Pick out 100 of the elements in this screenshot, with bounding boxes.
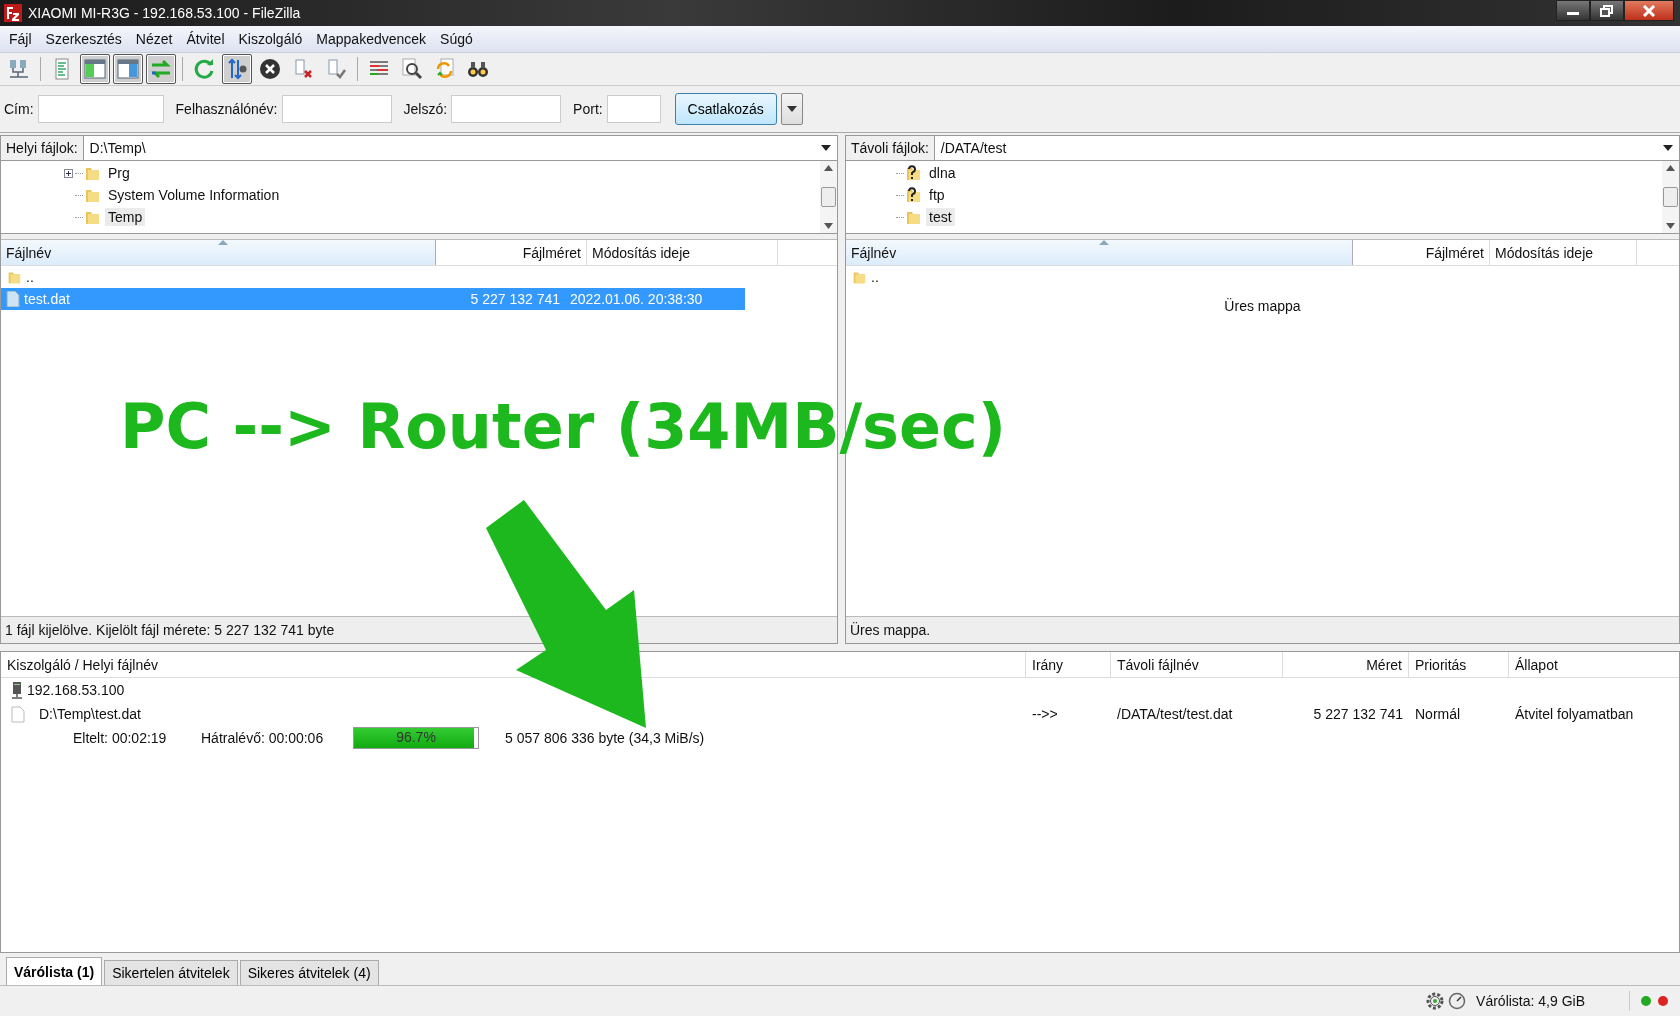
expand-icon[interactable] [63, 168, 73, 178]
tree-item[interactable]: ftp [926, 186, 948, 204]
column-header[interactable]: Prioritás [1409, 652, 1509, 677]
transfer-status: Átvitel folyamatban [1514, 706, 1635, 722]
file-size: 5 227 132 741 [469, 291, 561, 307]
column-header[interactable]: Fájlméret [1353, 240, 1490, 265]
path-label: Helyi fájlok: [1, 136, 84, 160]
column-header[interactable]: Irány [1026, 652, 1111, 677]
column-header[interactable]: Fájlnév [1, 240, 436, 265]
annotation-text: PC --> Router (34MB/sec) [120, 390, 1007, 463]
localtree-toolbar-icon[interactable] [80, 54, 110, 84]
folder-question-icon [904, 165, 922, 181]
menu-item[interactable]: Súgó [433, 31, 480, 47]
folder-question-icon [904, 187, 922, 203]
caret-icon [821, 145, 831, 151]
field-label: Felhasználónév: [175, 101, 278, 117]
menu-item[interactable]: Szerkesztés [38, 31, 129, 47]
folder-icon [83, 165, 101, 181]
column-header[interactable]: Fájlméret [436, 240, 587, 265]
server-address: 192.168.53.100 [27, 682, 125, 698]
tree-item[interactable]: System Volume Information [105, 186, 283, 204]
remaining-time: Hátralévő: 00:00:06 [201, 730, 325, 746]
connect-button[interactable]: Csatlakozás [674, 93, 777, 125]
transfer-direction: -->> [1031, 706, 1059, 722]
minimize-icon [1567, 12, 1579, 15]
window-title: XIAOMI MI-R3G - 192.168.53.100 - FileZilla [28, 5, 301, 21]
column-header[interactable]: Fájlnév [846, 240, 1353, 265]
elapsed-time: Eltelt: 00:02:19 [73, 730, 168, 746]
gear-icon [1426, 992, 1445, 1010]
file-name: test.dat [24, 291, 70, 307]
local-file-path: D:\Temp\test.dat [39, 706, 141, 722]
path-label: Távoli fájlok: [846, 136, 935, 160]
file-size: 5 227 132 741 [1312, 706, 1404, 722]
remote-file-path: /DATA/test/test.dat [1116, 706, 1234, 722]
close-button[interactable] [1624, 0, 1674, 21]
scroll-up-icon[interactable] [1666, 165, 1675, 171]
file-icon [6, 291, 20, 307]
restore-icon [1600, 4, 1614, 17]
menu-item[interactable]: Átvitel [179, 31, 232, 47]
input-field[interactable] [606, 95, 661, 123]
file-icon [11, 705, 25, 723]
queue-tab[interactable]: Sikeres átvitelek (4) [239, 960, 379, 985]
input-field[interactable] [37, 95, 164, 123]
tree-item[interactable]: Prg [105, 164, 133, 182]
queue-size: Várólista: 4,9 GiB [1476, 993, 1585, 1009]
scrollbar[interactable] [1662, 161, 1679, 233]
path-combo[interactable]: /DATA/test [934, 136, 1679, 160]
dropdown-button[interactable] [780, 93, 803, 125]
progress-percent: 96.7% [395, 729, 437, 745]
menu-item[interactable]: Kiszolgáló [231, 31, 310, 47]
path-combo[interactable]: D:\Temp\ [83, 136, 837, 160]
remotetree-toolbar-icon[interactable] [113, 54, 143, 84]
file-date: 2022.01.06. 20:38:30 [569, 291, 704, 307]
filter-toolbar-icon[interactable] [222, 54, 252, 84]
tree-item[interactable]: test [926, 208, 955, 226]
field-label: Port: [573, 101, 603, 117]
folder-icon [83, 209, 101, 225]
transferred-bytes: 5 057 806 336 byte (34,3 MiB/s) [505, 730, 705, 746]
tree-item[interactable]: Temp [105, 208, 146, 226]
app-logo-icon [4, 4, 22, 22]
tree-item[interactable]: dlna [926, 164, 959, 182]
scroll-thumb[interactable] [821, 187, 836, 207]
menu-item[interactable]: Nézet [128, 31, 180, 47]
scroll-up-icon[interactable] [824, 165, 833, 171]
scroll-thumb[interactable] [1663, 187, 1678, 207]
close-icon [1642, 4, 1656, 17]
sort-arrow-icon [218, 240, 228, 245]
menu-item[interactable]: Mappakedvencek [309, 31, 434, 47]
server-icon [11, 681, 23, 699]
caret-icon [1663, 145, 1673, 151]
field-label: Jelszó: [403, 101, 448, 117]
status-lights-icon [1640, 995, 1670, 1007]
menu-item[interactable]: Fájl [2, 31, 39, 47]
column-header[interactable]: Állapot [1509, 652, 1679, 677]
empty-folder-message: Üres mappa [1224, 298, 1301, 314]
queue-toolbar-icon[interactable] [146, 54, 176, 84]
column-header[interactable]: Módosítás ideje [1490, 240, 1637, 265]
scrollbar[interactable] [820, 161, 837, 233]
input-field[interactable] [451, 95, 562, 123]
column-header[interactable]: Méret [1283, 652, 1409, 677]
input-field[interactable] [281, 95, 392, 123]
scroll-down-icon[interactable] [824, 223, 833, 229]
sort-arrow-icon [1099, 240, 1109, 245]
restore-button[interactable] [1590, 0, 1624, 21]
file-name: .. [26, 269, 34, 285]
column-header[interactable]: Módosítás ideje [587, 240, 778, 265]
column-header[interactable]: Távoli fájlnév [1111, 652, 1283, 677]
folder-icon [83, 187, 101, 203]
queue-tab[interactable]: Sikertelen átvitelek [104, 960, 238, 985]
folder-icon [904, 209, 922, 225]
file-name: .. [871, 269, 879, 285]
caret-icon [786, 106, 797, 112]
field-label: Cím: [4, 101, 34, 117]
scroll-down-icon[interactable] [1666, 223, 1675, 229]
speed-limit-icon [1448, 992, 1467, 1010]
file-row[interactable]: .. [1, 266, 425, 288]
minimize-button[interactable] [1556, 0, 1590, 21]
queue-tab[interactable]: Várólista (1) [6, 957, 103, 985]
priority: Normál [1414, 706, 1462, 722]
file-row[interactable]: .. [846, 266, 1342, 288]
